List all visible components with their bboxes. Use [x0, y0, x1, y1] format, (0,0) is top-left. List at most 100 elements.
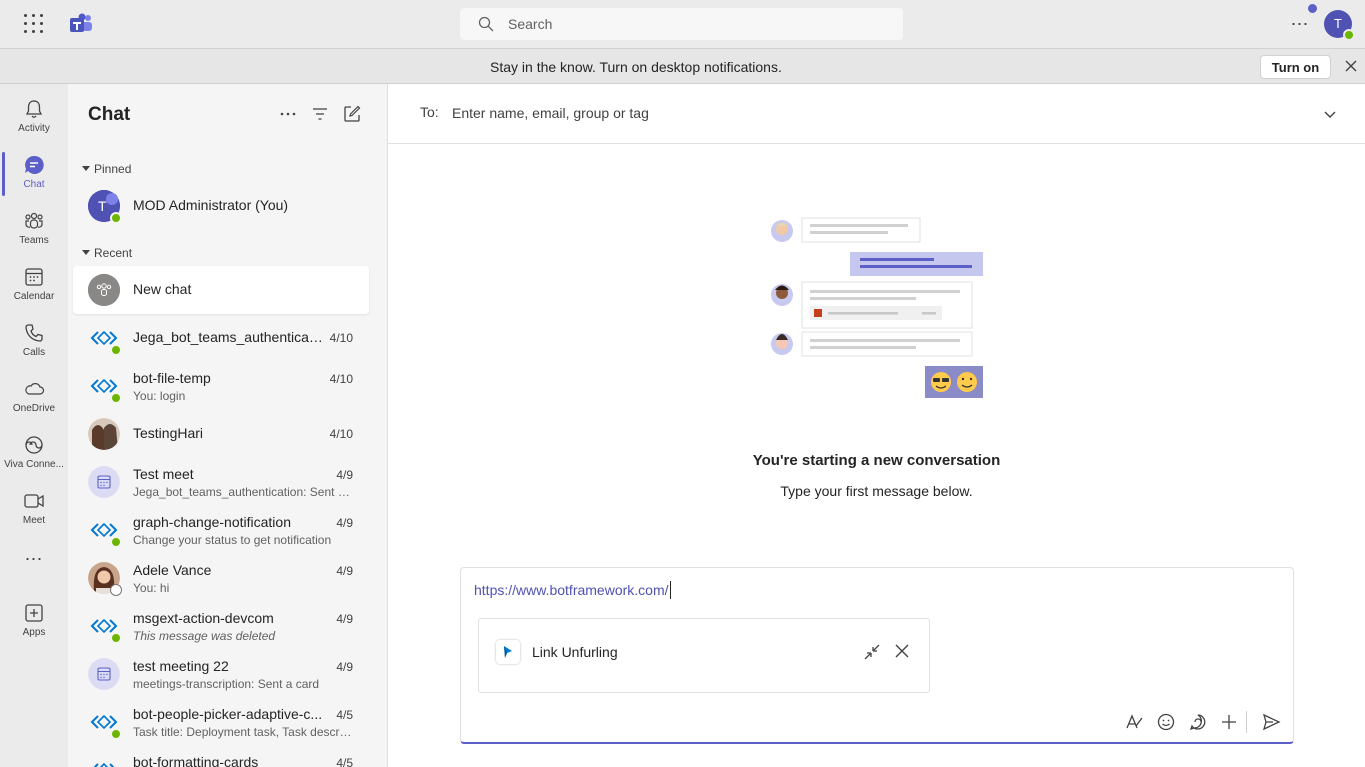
chat-item[interactable]: bot-file-temp You: login 4/10: [73, 362, 369, 410]
rail-label: Calendar: [13, 291, 55, 302]
rail-item-viva-connections[interactable]: Viva Conne...: [0, 426, 68, 482]
chat-item[interactable]: bot-people-picker-adaptive-c... Task tit…: [73, 698, 369, 746]
banner-text: Stay in the know. Turn on desktop notifi…: [490, 59, 782, 75]
search-bar[interactable]: Search: [460, 8, 903, 40]
presence-offline-icon: [110, 584, 122, 596]
new-conversation-illustration: [771, 217, 983, 398]
collapse-icon[interactable]: [863, 643, 881, 661]
app-launcher-icon[interactable]: [22, 12, 46, 36]
search-icon: [478, 16, 494, 32]
text-caret: [669, 581, 671, 599]
rail-item-chat[interactable]: Chat: [0, 146, 68, 202]
message-link-text[interactable]: https://www.botframework.com/: [474, 581, 671, 599]
rail-item-calls[interactable]: Calls: [0, 314, 68, 370]
toolbar-divider: [1246, 711, 1247, 733]
presence-available-icon: [110, 728, 122, 740]
teams-logo-icon: [70, 13, 92, 32]
chat-item[interactable]: bot-formatting-cards 4/5: [73, 746, 369, 767]
presence-available-icon: [110, 212, 122, 224]
rail-item-calendar[interactable]: Calendar: [0, 258, 68, 314]
chat-item-name: bot-people-picker-adaptive-c...: [133, 706, 323, 722]
chat-item[interactable]: Jega_bot_teams_authenticati... 4/10: [73, 314, 369, 362]
recipient-input[interactable]: [452, 98, 1252, 128]
rail-item-meet[interactable]: Meet: [0, 482, 68, 538]
pinned-section-label[interactable]: Pinned: [82, 162, 131, 176]
chat-item-name: bot-file-temp: [133, 370, 211, 386]
chat-item[interactable]: test meeting 22 meetings-transcription: …: [73, 650, 369, 698]
emoji-icon[interactable]: [1156, 712, 1176, 732]
chat-item-date: 4/9: [336, 660, 353, 674]
user-avatar[interactable]: T: [1324, 10, 1355, 41]
group-avatar: [88, 418, 120, 450]
chat-item[interactable]: Test meet Jega_bot_teams_authentication:…: [73, 458, 369, 506]
chat-item-date: 4/10: [329, 331, 353, 345]
chat-item-name: New chat: [133, 281, 192, 297]
close-icon[interactable]: [894, 643, 910, 659]
bell-icon: [25, 100, 43, 118]
chat-item[interactable]: Adele Vance You: hi 4/9: [73, 554, 369, 602]
rail-label: Chat: [23, 179, 45, 190]
chat-item-name: Adele Vance: [133, 562, 212, 578]
rail-item-activity[interactable]: Activity: [0, 90, 68, 146]
chat-item-name: bot-formatting-cards: [133, 754, 259, 767]
turn-on-button[interactable]: Turn on: [1260, 55, 1331, 79]
search-placeholder: Search: [508, 16, 553, 32]
chat-item-date: 4/9: [336, 516, 353, 530]
presence-available-icon: [110, 632, 122, 644]
empty-state-subheading: Type your first message below.: [780, 483, 973, 499]
presence-available-icon: [110, 344, 122, 356]
chat-item-preview: Task title: Deployment task, Task descri…: [133, 725, 353, 739]
presence-available-icon: [1343, 29, 1355, 41]
new-chat-icon[interactable]: [342, 104, 362, 124]
chat-list-title: Chat: [88, 104, 131, 125]
chat-item-preview: This message was deleted: [133, 629, 276, 643]
rail-label: Apps: [22, 627, 46, 638]
rail-item-teams[interactable]: Teams: [0, 202, 68, 258]
bot-icon: [93, 762, 115, 767]
cloud-icon: [25, 383, 45, 395]
chat-item-date: 4/9: [336, 564, 353, 578]
app-icon: [496, 640, 520, 664]
empty-state-heading: You're starting a new conversation: [752, 452, 1001, 469]
link-unfurl-card[interactable]: Link Unfurling: [478, 618, 930, 693]
rail-label: Calls: [22, 347, 46, 358]
chat-item-name: MOD Administrator (You): [133, 197, 289, 213]
recent-section-label[interactable]: Recent: [82, 246, 132, 260]
chat-item[interactable]: TestingHari 4/10: [73, 410, 369, 458]
rail-item-onedrive[interactable]: OneDrive: [0, 370, 68, 426]
message-link[interactable]: https://www.botframework.com/: [474, 582, 669, 598]
close-icon[interactable]: [1344, 59, 1358, 73]
notification-dot: [1308, 4, 1317, 13]
new-chat-pane: To: Enter name, email, group or tag You'…: [388, 84, 1365, 767]
chat-item-name: Test meet: [133, 466, 194, 482]
more-apps-icon[interactable]: ⋯: [0, 544, 68, 574]
viva-icon: [25, 436, 43, 454]
loop-component-icon[interactable]: [1188, 712, 1208, 732]
app-rail: Activity Chat Teams Calendar Calls OneDr…: [0, 84, 68, 767]
message-composer[interactable]: https://www.botframework.com/ Link Unfur…: [460, 567, 1294, 744]
chat-item-date: 4/10: [329, 372, 353, 386]
chat-item-name: graph-change-notification: [133, 514, 291, 530]
rail-item-apps[interactable]: Apps: [0, 594, 68, 650]
chevron-down-icon[interactable]: [1322, 106, 1338, 122]
to-label: To:: [420, 104, 439, 120]
user-avatar-initial: T: [1334, 16, 1342, 31]
format-icon[interactable]: [1124, 712, 1144, 732]
more-options-icon[interactable]: ⋯: [1290, 14, 1310, 34]
chat-item[interactable]: msgext-action-devcom This message was de…: [73, 602, 369, 650]
rail-label: Teams: [19, 235, 49, 246]
chat-item[interactable]: graph-change-notification Change your st…: [73, 506, 369, 554]
chat-item-date: 4/9: [336, 468, 353, 482]
meeting-icon: [88, 466, 120, 498]
calendar-icon: [25, 268, 43, 286]
more-options-icon[interactable]: [278, 104, 298, 124]
rail-label: OneDrive: [12, 403, 56, 414]
chat-item-new-chat[interactable]: New chat: [73, 266, 369, 314]
chat-item-pinned[interactable]: T MOD Administrator (You): [73, 182, 369, 230]
add-app-icon: [25, 604, 43, 622]
filter-icon[interactable]: [310, 104, 330, 124]
chat-item-preview: You: hi: [133, 581, 170, 595]
send-icon[interactable]: [1261, 712, 1281, 732]
presence-available-icon: [110, 392, 122, 404]
add-icon[interactable]: [1219, 712, 1239, 732]
